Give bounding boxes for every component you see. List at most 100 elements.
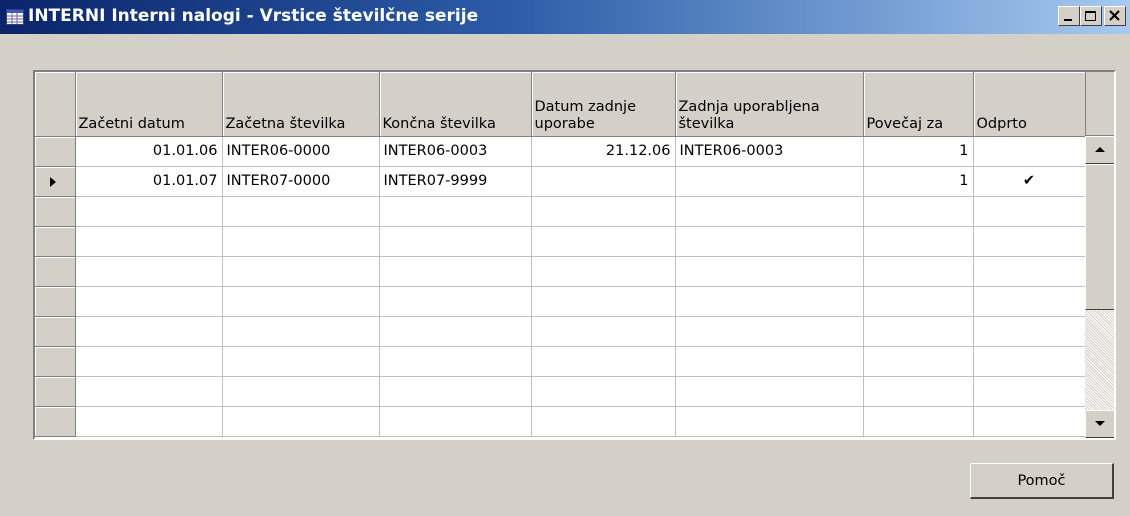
help-button[interactable]: Pomoč (970, 463, 1114, 499)
table-row[interactable] (35, 316, 1095, 347)
cell-start-no[interactable]: INTER06-0000 (222, 136, 380, 167)
scroll-thumb[interactable] (1085, 164, 1114, 310)
cell-increment[interactable] (863, 226, 974, 257)
cell-last-date[interactable] (531, 316, 676, 347)
cell-last-date[interactable] (531, 406, 676, 437)
table-row[interactable] (35, 196, 1095, 227)
cell-start-no[interactable] (222, 406, 380, 437)
cell-start-no[interactable] (222, 226, 380, 257)
cell-start-no[interactable] (222, 286, 380, 317)
cell-start-date[interactable] (75, 226, 223, 257)
table-row[interactable] (35, 286, 1095, 317)
cell-start-no[interactable] (222, 316, 380, 347)
cell-start-date[interactable] (75, 256, 223, 287)
maximize-button[interactable] (1080, 6, 1102, 26)
cell-last-no[interactable] (675, 346, 864, 377)
cell-end-no[interactable] (379, 196, 532, 227)
column-header-open[interactable]: Odprto (973, 72, 1086, 137)
column-header-end-no[interactable]: Končna številka (379, 72, 532, 137)
cell-last-date[interactable] (531, 196, 676, 227)
cell-end-no[interactable] (379, 256, 532, 287)
row-selector[interactable] (35, 226, 76, 257)
cell-start-no[interactable] (222, 256, 380, 287)
row-selector[interactable] (35, 376, 76, 407)
row-selector-header[interactable] (35, 72, 76, 137)
cell-increment[interactable] (863, 406, 974, 437)
cell-increment[interactable] (863, 316, 974, 347)
cell-start-date[interactable] (75, 316, 223, 347)
cell-open[interactable] (973, 376, 1086, 407)
table-row[interactable]: 01.01.07 INTER07-0000 INTER07-9999 1 ✔ (35, 166, 1095, 197)
cell-open[interactable] (973, 196, 1086, 227)
scroll-up-button[interactable] (1085, 136, 1114, 164)
row-selector[interactable] (35, 196, 76, 227)
cell-start-no[interactable] (222, 376, 380, 407)
cell-increment[interactable] (863, 256, 974, 287)
column-header-last-no[interactable]: Zadnja uporabljena številka (675, 72, 864, 137)
cell-start-no[interactable] (222, 196, 380, 227)
cell-open[interactable] (973, 226, 1086, 257)
cell-open[interactable] (973, 316, 1086, 347)
cell-end-no[interactable]: INTER07-9999 (379, 166, 532, 197)
cell-last-no[interactable] (675, 166, 864, 197)
cell-last-date[interactable] (531, 286, 676, 317)
series-lines-grid[interactable]: Začetni datum Začetna številka Končna štev… (33, 70, 1116, 440)
column-header-last-date[interactable]: Datum zadnje uporabe (531, 72, 676, 137)
title-bar[interactable]: INTERNI Interni nalogi - Vrstice številč… (0, 0, 1130, 34)
cell-start-no[interactable]: INTER07-0000 (222, 166, 380, 197)
scroll-down-button[interactable] (1085, 410, 1114, 438)
cell-open[interactable] (973, 286, 1086, 317)
cell-last-date[interactable] (531, 166, 676, 197)
table-row[interactable] (35, 256, 1095, 287)
cell-start-no[interactable] (222, 346, 380, 377)
cell-last-no[interactable] (675, 406, 864, 437)
row-selector[interactable] (35, 346, 76, 377)
cell-open[interactable]: ✔ (973, 166, 1086, 197)
cell-open[interactable] (973, 406, 1086, 437)
cell-last-date[interactable] (531, 346, 676, 377)
row-selector[interactable] (35, 286, 76, 317)
cell-open[interactable] (973, 346, 1086, 377)
cell-last-no[interactable] (675, 286, 864, 317)
cell-last-date[interactable] (531, 226, 676, 257)
cell-last-date[interactable] (531, 376, 676, 407)
column-header-start-no[interactable]: Začetna številka (222, 72, 380, 137)
cell-last-date[interactable] (531, 256, 676, 287)
cell-last-no[interactable] (675, 256, 864, 287)
cell-start-date[interactable]: 01.01.07 (75, 166, 223, 197)
cell-last-no[interactable]: INTER06-0003 (675, 136, 864, 167)
cell-increment[interactable] (863, 196, 974, 227)
table-row[interactable] (35, 376, 1095, 407)
cell-increment[interactable] (863, 286, 974, 317)
cell-last-no[interactable] (675, 316, 864, 347)
row-selector[interactable] (35, 136, 76, 167)
cell-end-no[interactable] (379, 316, 532, 347)
cell-start-date[interactable] (75, 406, 223, 437)
cell-end-no[interactable] (379, 376, 532, 407)
row-selector[interactable] (35, 256, 76, 287)
cell-end-no[interactable] (379, 286, 532, 317)
cell-last-date[interactable]: 21.12.06 (531, 136, 676, 167)
vertical-scrollbar[interactable] (1085, 136, 1114, 438)
cell-start-date[interactable] (75, 346, 223, 377)
cell-start-date[interactable]: 01.01.06 (75, 136, 223, 167)
row-selector[interactable] (35, 316, 76, 347)
column-header-start-date[interactable]: Začetni datum (75, 72, 223, 137)
cell-increment[interactable] (863, 346, 974, 377)
table-row[interactable] (35, 406, 1095, 437)
cell-increment[interactable]: 1 (863, 166, 974, 197)
cell-start-date[interactable] (75, 286, 223, 317)
table-row[interactable] (35, 226, 1095, 257)
table-row[interactable]: 01.01.06 INTER06-0000 INTER06-0003 21.12.06… (35, 136, 1095, 167)
cell-end-no[interactable]: INTER06-0003 (379, 136, 532, 167)
cell-increment[interactable] (863, 376, 974, 407)
cell-end-no[interactable] (379, 226, 532, 257)
cell-last-no[interactable] (675, 226, 864, 257)
cell-increment[interactable]: 1 (863, 136, 974, 167)
cell-last-no[interactable] (675, 196, 864, 227)
cell-open[interactable] (973, 256, 1086, 287)
cell-start-date[interactable] (75, 196, 223, 227)
cell-open[interactable] (973, 136, 1086, 167)
cell-end-no[interactable] (379, 406, 532, 437)
row-selector[interactable] (35, 406, 76, 437)
